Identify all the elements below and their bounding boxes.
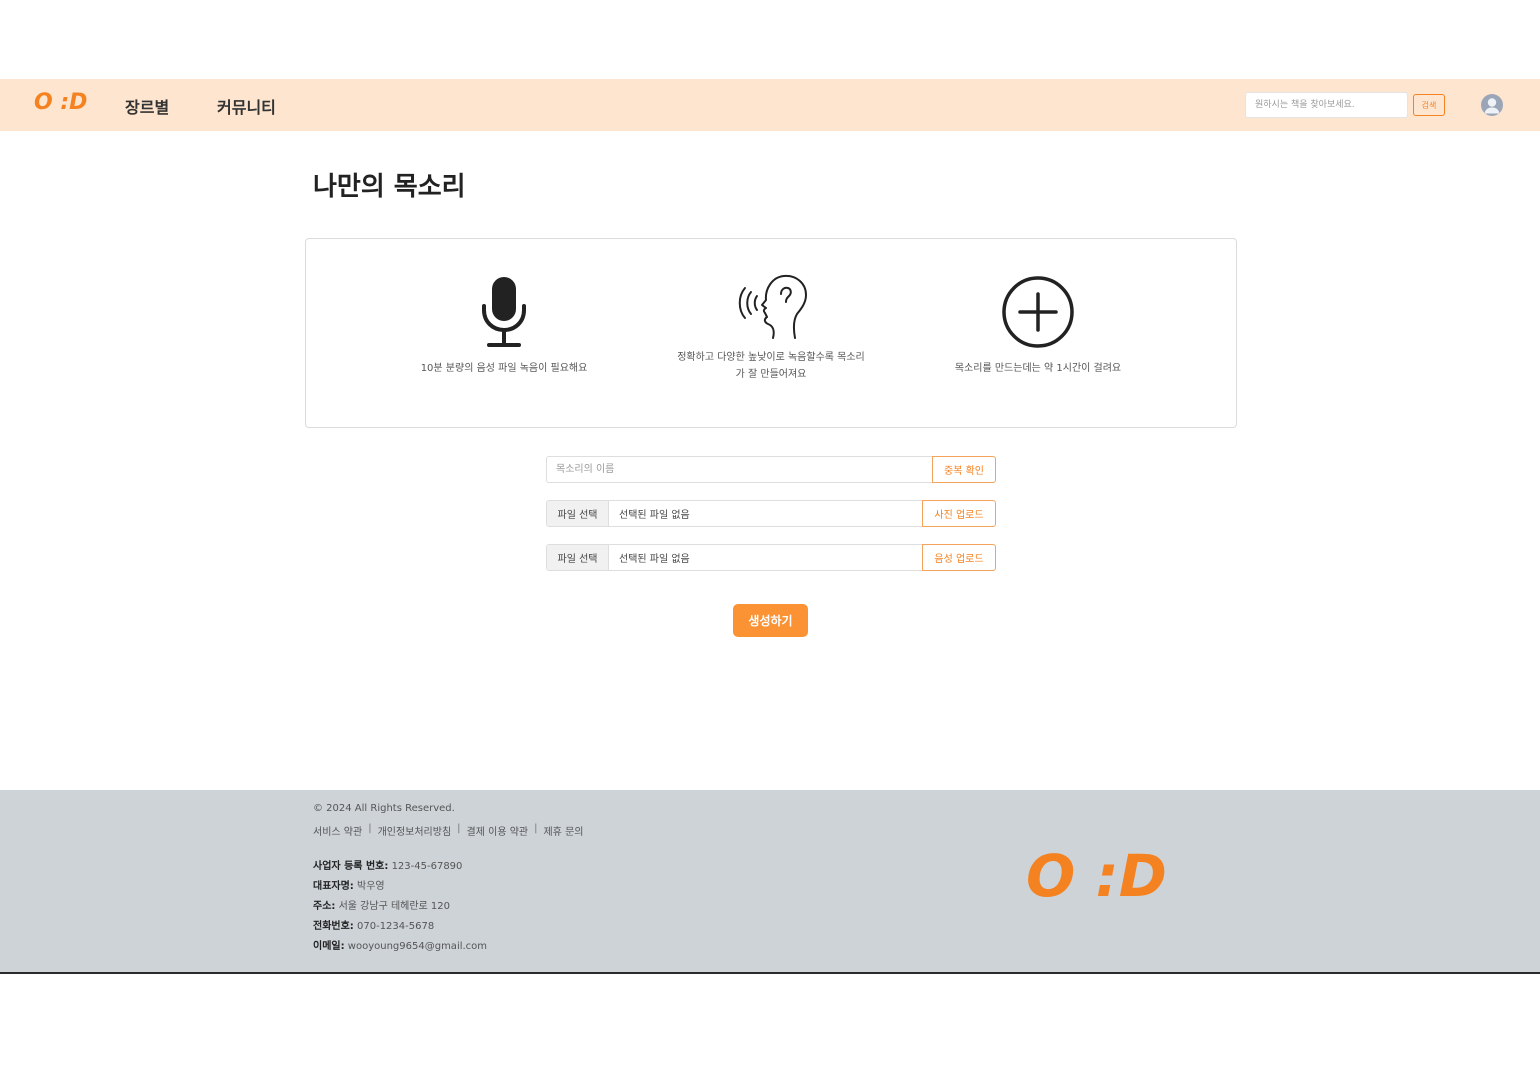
info-text-recording: 10분 분량의 음성 파일 녹음이 필요해요 (420, 363, 588, 374)
info-text-pitch-line-1: 정확하고 다양한 높낮이로 녹음할수록 목소리 (677, 352, 865, 363)
business-number: 사업자 등록 번호: 123-45-67890 (313, 861, 463, 872)
nav-link-genre[interactable]: 장르별 (125, 94, 169, 118)
company-address: 주소: 서울 강남구 테헤란로 120 (313, 901, 451, 912)
company-email: 이메일: wooyoung9654@gmail.com (313, 941, 488, 952)
plus-circle-icon (1002, 276, 1074, 348)
voice-file-input[interactable]: 파일 선택 선택된 파일 없음 (546, 544, 923, 571)
footer: © 2024 All Rights Reserved. 서비스 약관 | 개인정… (0, 790, 1540, 974)
voice-name-input[interactable] (546, 456, 933, 483)
speaking-head-icon (738, 274, 807, 339)
footer-link-partnership[interactable]: 제휴 문의 (543, 823, 583, 838)
footer-logo: O :D (1026, 842, 1167, 910)
info-item-recording: 10분 분량의 음성 파일 녹음이 필요해요 (396, 275, 612, 377)
footer-links: 서비스 약관 | 개인정보처리방침 | 결제 이용 약관 | 제휴 문의 (313, 823, 583, 838)
footer-link-payment-terms[interactable]: 결제 이용 약관 (467, 823, 529, 838)
top-navbar: O :D 장르별 커뮤니티 검색 (0, 79, 1540, 131)
info-item-duration: 목소리를 만드는데는 약 1시간이 걸려요 (931, 275, 1145, 377)
voice-info-card: 10분 분량의 음성 파일 녹음이 필요해요 정확하고 다양한 높낮이로 녹음할… (305, 238, 1237, 428)
photo-upload-button[interactable]: 사진 업로드 (922, 500, 996, 527)
photo-file-choose-button[interactable]: 파일 선택 (547, 501, 609, 526)
footer-link-terms[interactable]: 서비스 약관 (313, 823, 362, 838)
footer-separator: | (457, 823, 461, 834)
search-input[interactable] (1245, 92, 1408, 118)
voice-upload-button[interactable]: 음성 업로드 (922, 544, 996, 571)
photo-upload-row: 파일 선택 선택된 파일 없음 사진 업로드 (546, 500, 996, 527)
footer-separator: | (534, 823, 538, 834)
copyright-text: © 2024 All Rights Reserved. (313, 803, 455, 814)
company-phone: 전화번호: 070-1234-5678 (313, 921, 435, 932)
user-avatar-icon[interactable] (1481, 94, 1503, 116)
create-voice-button[interactable]: 생성하기 (733, 604, 808, 637)
photo-file-input[interactable]: 파일 선택 선택된 파일 없음 (546, 500, 923, 527)
info-text-pitch-line-2: 가 잘 만들어져요 (735, 369, 807, 380)
photo-file-status: 선택된 파일 없음 (619, 510, 690, 521)
info-item-pitch: 정확하고 다양한 높낮이로 녹음할수록 목소리 가 잘 만들어져요 (661, 272, 881, 383)
footer-separator: | (368, 823, 372, 834)
page-title: 나만의 목소리 (313, 172, 466, 202)
duplicate-check-button[interactable]: 중복 확인 (932, 456, 996, 483)
brand-logo[interactable]: O :D (34, 90, 87, 115)
voice-file-choose-button[interactable]: 파일 선택 (547, 545, 609, 570)
voice-file-status: 선택된 파일 없음 (619, 554, 690, 565)
company-info: 사업자 등록 번호: 123-45-67890 대표자명: 박우영 주소: 서울… (313, 857, 487, 957)
info-text-duration: 목소리를 만드는데는 약 1시간이 걸려요 (954, 363, 1122, 374)
voice-name-row: 중복 확인 (546, 456, 996, 483)
search-button[interactable]: 검색 (1413, 94, 1445, 116)
ceo-name: 대표자명: 박우영 (313, 881, 385, 892)
footer-link-privacy[interactable]: 개인정보처리방침 (378, 823, 452, 838)
voice-upload-row: 파일 선택 선택된 파일 없음 음성 업로드 (546, 544, 996, 571)
microphone-icon (482, 277, 526, 347)
nav-link-community[interactable]: 커뮤니티 (217, 94, 276, 118)
